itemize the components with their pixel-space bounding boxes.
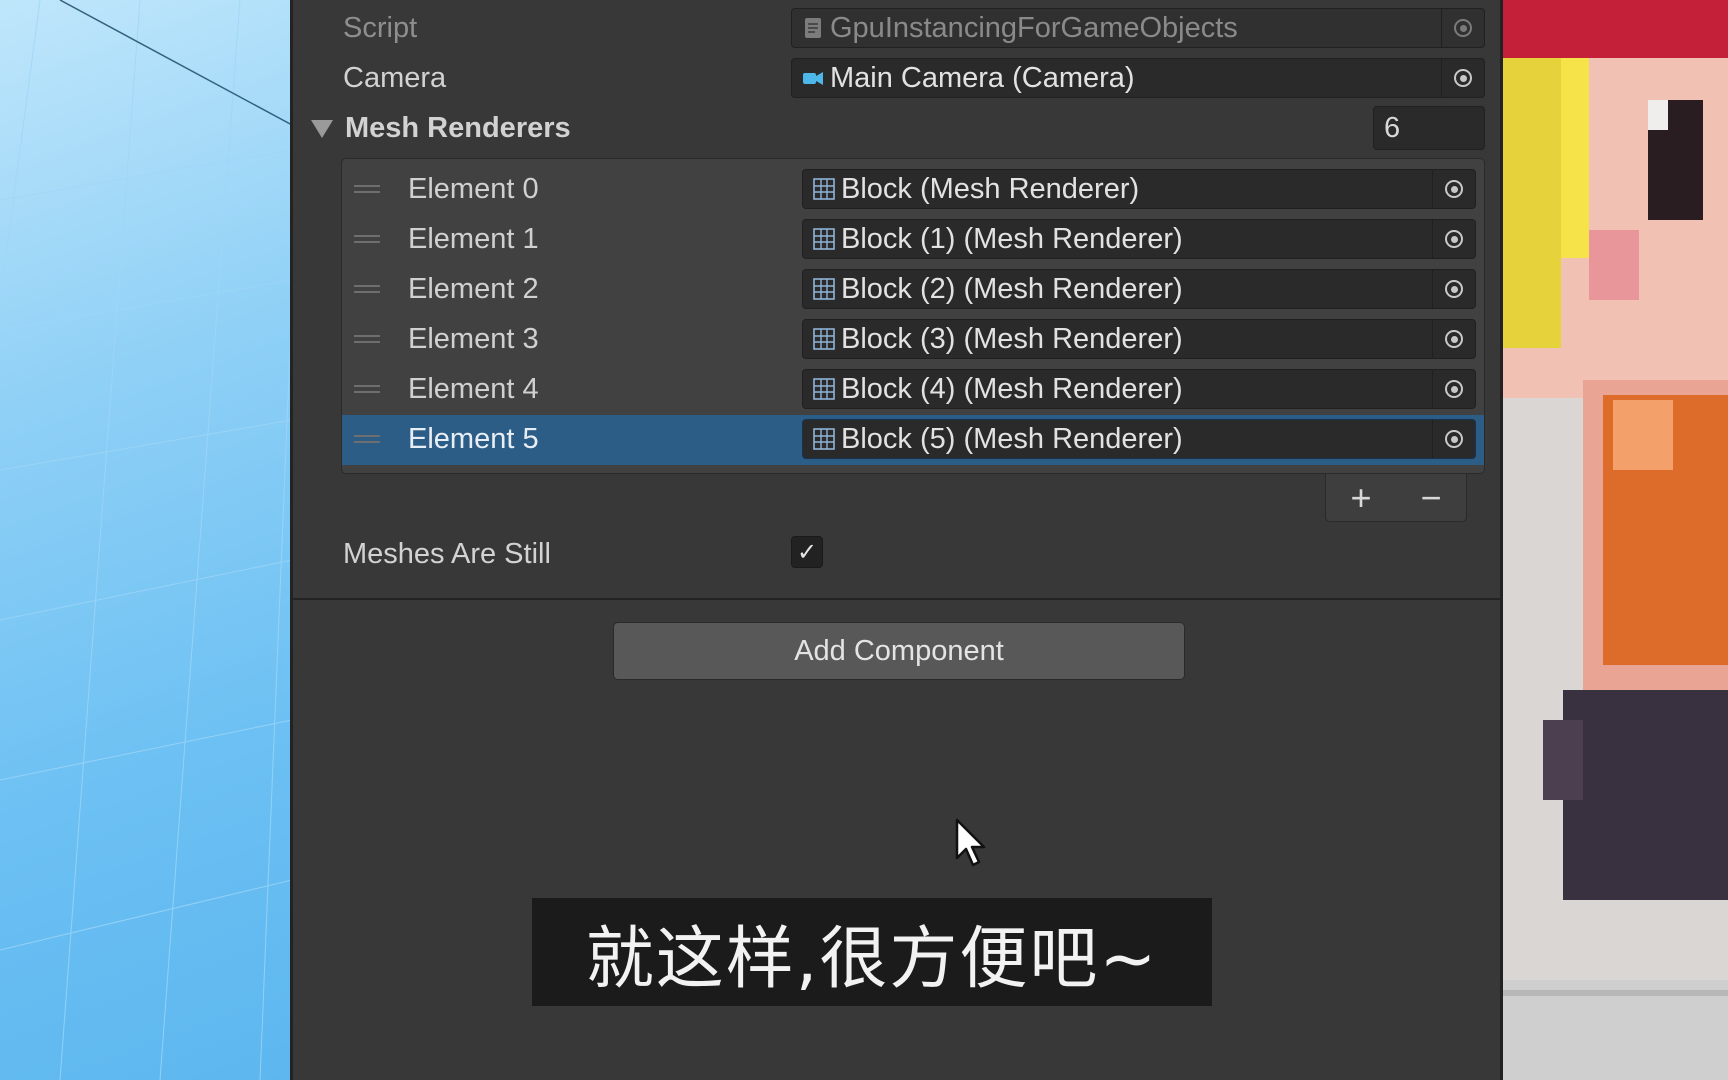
- camera-picker-icon[interactable]: [1441, 59, 1484, 97]
- mesh-renderers-list: Element 0 Block (Mesh Renderer) Element …: [341, 158, 1485, 474]
- object-picker-icon[interactable]: [1432, 370, 1475, 408]
- object-picker-icon[interactable]: [1432, 220, 1475, 258]
- list-item-selected[interactable]: Element 5 Block (5) (Mesh Renderer): [342, 415, 1484, 465]
- list-item[interactable]: Element 3 Block (3) (Mesh Renderer): [342, 315, 1484, 365]
- object-picker-icon[interactable]: [1432, 170, 1475, 208]
- script-value: GpuInstancingForGameObjects: [830, 11, 1238, 44]
- drag-handle-icon[interactable]: [354, 383, 380, 395]
- list-item[interactable]: Element 0 Block (Mesh Renderer): [342, 165, 1484, 215]
- mesh-renderer-icon: [813, 328, 835, 350]
- camera-value: Main Camera (Camera): [830, 61, 1135, 94]
- scene-view-right[interactable]: [1503, 0, 1728, 1080]
- mesh-renderer-icon: [813, 428, 835, 450]
- mesh-renderer-icon: [813, 378, 835, 400]
- drag-handle-icon[interactable]: [354, 433, 380, 445]
- video-subtitle: 就这样,很方便吧~: [532, 898, 1212, 1006]
- drag-handle-icon[interactable]: [354, 333, 380, 345]
- object-field[interactable]: Block (1) (Mesh Renderer): [802, 219, 1476, 259]
- scene-view-left[interactable]: [0, 0, 292, 1080]
- element-label: Element 4: [408, 373, 539, 405]
- element-label: Element 2: [408, 273, 539, 305]
- list-footer: + −: [1325, 474, 1467, 522]
- drag-handle-icon[interactable]: [354, 233, 380, 245]
- script-field: GpuInstancingForGameObjects: [791, 8, 1485, 48]
- object-value: Block (Mesh Renderer): [841, 172, 1140, 205]
- object-value: Block (4) (Mesh Renderer): [841, 372, 1183, 405]
- remove-element-button[interactable]: −: [1420, 477, 1441, 519]
- drag-handle-icon[interactable]: [354, 283, 380, 295]
- object-picker-icon[interactable]: [1432, 420, 1475, 458]
- object-field[interactable]: Block (5) (Mesh Renderer): [802, 419, 1476, 459]
- object-field[interactable]: Block (4) (Mesh Renderer): [802, 369, 1476, 409]
- object-field[interactable]: Block (3) (Mesh Renderer): [802, 319, 1476, 359]
- object-picker-icon[interactable]: [1432, 320, 1475, 358]
- add-element-button[interactable]: +: [1350, 477, 1371, 519]
- object-value: Block (1) (Mesh Renderer): [841, 222, 1183, 255]
- element-label: Element 0: [408, 173, 539, 205]
- object-field[interactable]: Block (Mesh Renderer): [802, 169, 1476, 209]
- mesh-renderers-label[interactable]: Mesh Renderers: [345, 112, 571, 145]
- add-component-button[interactable]: Add Component: [613, 622, 1185, 680]
- mesh-renderer-icon: [813, 228, 835, 250]
- camera-field[interactable]: Main Camera (Camera): [791, 58, 1485, 98]
- mouse-cursor-icon: [955, 818, 986, 867]
- object-value: Block (3) (Mesh Renderer): [841, 322, 1183, 355]
- list-item[interactable]: Element 2 Block (2) (Mesh Renderer): [342, 265, 1484, 315]
- object-picker-icon[interactable]: [1432, 270, 1475, 308]
- array-size-field[interactable]: 6: [1373, 106, 1485, 150]
- element-label: Element 5: [408, 423, 539, 455]
- character-render: [1503, 0, 1728, 1080]
- element-label: Element 3: [408, 323, 539, 355]
- foldout-arrow-icon[interactable]: [311, 120, 333, 138]
- script-file-icon: [805, 18, 821, 38]
- script-picker-icon: [1441, 9, 1484, 47]
- camera-icon: [803, 72, 823, 85]
- object-value: Block (5) (Mesh Renderer): [841, 422, 1183, 455]
- drag-handle-icon[interactable]: [354, 183, 380, 195]
- object-value: Block (2) (Mesh Renderer): [841, 272, 1183, 305]
- scene-grid: [0, 0, 292, 1080]
- camera-label: Camera: [343, 62, 447, 94]
- list-item[interactable]: Element 1 Block (1) (Mesh Renderer): [342, 215, 1484, 265]
- mesh-renderer-icon: [813, 278, 835, 300]
- meshes-are-still-checkbox[interactable]: ✓: [791, 536, 823, 568]
- list-item[interactable]: Element 4 Block (4) (Mesh Renderer): [342, 365, 1484, 415]
- mesh-renderer-icon: [813, 178, 835, 200]
- object-field[interactable]: Block (2) (Mesh Renderer): [802, 269, 1476, 309]
- meshes-are-still-label: Meshes Are Still: [343, 538, 551, 570]
- element-label: Element 1: [408, 223, 539, 255]
- section-divider: [293, 598, 1503, 600]
- script-label: Script: [343, 12, 418, 44]
